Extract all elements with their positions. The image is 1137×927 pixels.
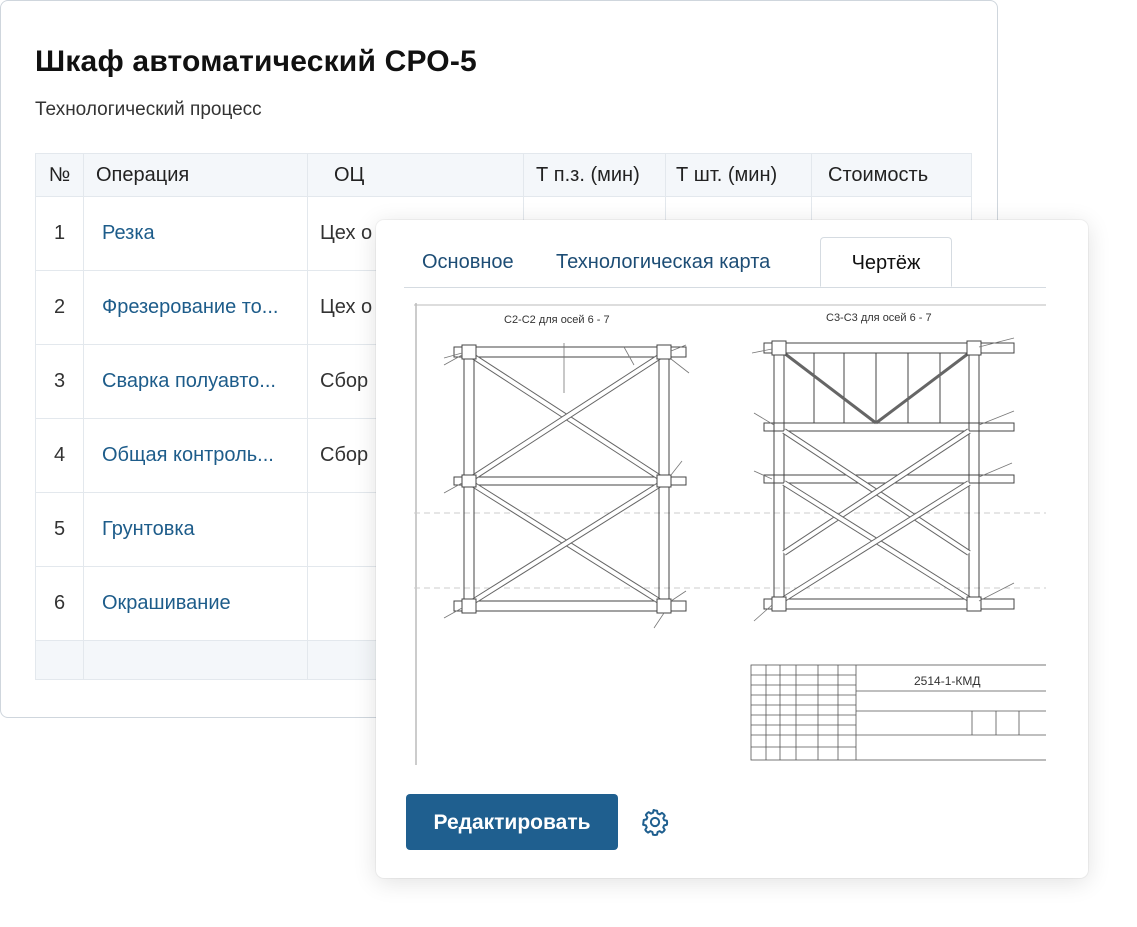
technical-drawing: С2-С2 для осей 6 - 7 С3-С3 для осей 6 - …	[414, 303, 1046, 765]
tab-process-map[interactable]: Технологическая карта	[556, 237, 770, 287]
operation-detail-card: Основное Технологическая карта Чертёж С2…	[376, 220, 1088, 878]
operation-link[interactable]: Резка	[83, 196, 308, 271]
gear-icon[interactable]	[640, 807, 670, 837]
col-header-piece-time[interactable]: Т шт. (мин)	[665, 153, 812, 197]
col-header-number[interactable]: №	[35, 153, 84, 197]
edit-button[interactable]: Редактировать	[406, 794, 618, 850]
page-subtitle: Технологический процесс	[35, 99, 262, 120]
tab-main[interactable]: Основное	[422, 237, 514, 287]
col-header-operation[interactable]: Операция	[83, 153, 308, 197]
row-number: 5	[35, 492, 84, 567]
operation-link[interactable]: Грунтовка	[83, 492, 308, 567]
drawing-title-left: С2-С2 для осей 6 - 7	[504, 314, 610, 326]
tab-bar: Основное Технологическая карта Чертёж	[404, 237, 1046, 288]
drawing-stamp-code: 2514-1-КМД	[914, 674, 980, 688]
row-number: 6	[35, 566, 84, 641]
page-title: Шкаф автоматический СРО-5	[35, 45, 477, 78]
col-header-oc[interactable]: ОЦ	[307, 153, 524, 197]
row-number: 3	[35, 344, 84, 419]
drawing-title-right: С3-С3 для осей 6 - 7	[826, 312, 932, 324]
row-number: 2	[35, 270, 84, 345]
row-number: 4	[35, 418, 84, 493]
operation-link[interactable]: Фрезерование то...	[83, 270, 308, 345]
tab-drawing[interactable]: Чертёж	[820, 237, 952, 287]
drawing-preview[interactable]: С2-С2 для осей 6 - 7 С3-С3 для осей 6 - …	[414, 303, 1046, 765]
col-header-setup-time[interactable]: Т п.з. (мин)	[523, 153, 666, 197]
operation-link[interactable]: Общая контроль...	[83, 418, 308, 493]
col-header-cost[interactable]: Стоимость	[811, 153, 972, 197]
table-header-row: № Операция ОЦ Т п.з. (мин) Т шт. (мин) С…	[35, 153, 972, 197]
row-number: 1	[35, 196, 84, 271]
operation-link[interactable]: Окрашивание	[83, 566, 308, 641]
operation-link[interactable]: Сварка полуавто...	[83, 344, 308, 419]
